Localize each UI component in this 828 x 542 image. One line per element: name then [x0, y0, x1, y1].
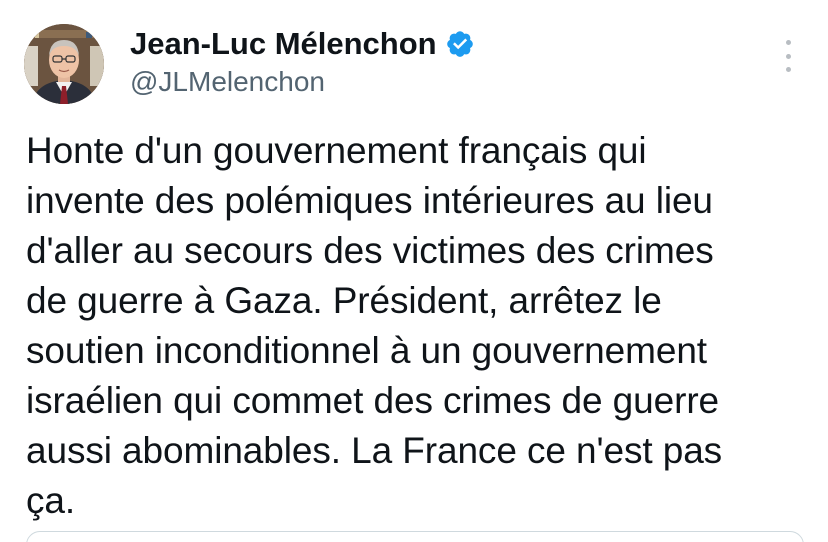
avatar[interactable]	[24, 24, 104, 104]
tweet-text-line: d'aller au secours des victimes des crim…	[26, 230, 714, 271]
author-name-row: Jean-Luc Mélenchon	[130, 26, 475, 62]
tweet-text: Honte d'un gouvernement français qui inv…	[26, 126, 806, 526]
more-dot	[785, 40, 791, 45]
more-options-icon[interactable]	[778, 40, 798, 72]
more-dot	[785, 53, 791, 59]
avatar-photo	[24, 24, 104, 104]
more-dot	[785, 67, 791, 72]
tweet-text-line: soutien inconditionnel à un gouvernement	[26, 330, 707, 371]
verified-badge-icon	[446, 31, 473, 57]
embedded-card-edge[interactable]	[26, 531, 804, 542]
author-display-name[interactable]: Jean-Luc Mélenchon	[130, 26, 437, 62]
tweet-text-line: invente des polémiques intérieures au li…	[26, 180, 713, 221]
tweet-card: Jean-Luc Mélenchon @JLMelenchon Honte d'…	[0, 0, 828, 542]
tweet-text-line: Honte d'un gouvernement français qui	[26, 130, 647, 171]
author-handle[interactable]: @JLMelenchon	[130, 66, 325, 98]
tweet-text-line: israélien qui commet des crimes de guerr…	[26, 380, 720, 421]
tweet-text-line: ça.	[26, 480, 76, 521]
tweet-text-line: de guerre à Gaza. Président, arrêtez le	[26, 280, 662, 321]
tweet-text-line: aussi abominables. La France ce n'est pa…	[26, 430, 723, 471]
